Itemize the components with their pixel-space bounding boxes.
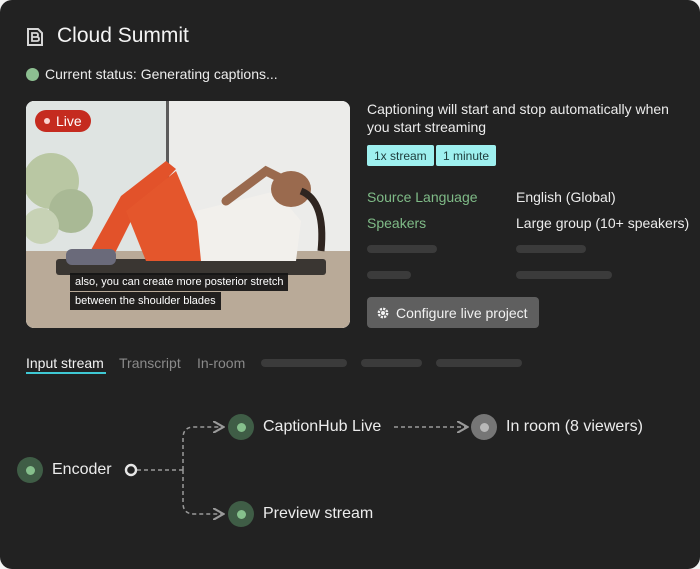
in-room-node-icon [471,414,497,440]
live-badge: Live [35,110,91,132]
tab-skeleton [361,359,422,367]
configure-label: Configure live project [396,304,528,321]
live-dot-icon [44,118,50,124]
preview-stream-label: Preview stream [263,505,374,522]
duration-chip: 1 minute [436,145,497,166]
app-panel: Cloud Summit Current status: Generating … [0,0,700,569]
active-tab-underline [26,372,106,374]
tab-in-room[interactable]: In-room [197,355,245,371]
status-text: Current status: Generating captions... [45,66,278,82]
caption-line-1: also, you can create more posterior stre… [70,273,289,291]
tab-skeleton [436,359,522,367]
tab-input-stream[interactable]: Input stream [26,355,104,371]
encoder-label: Encoder [52,461,112,478]
skeleton-placeholder [367,245,437,253]
status-dot-icon [26,67,39,81]
caption-line-2: between the shoulder blades [70,292,221,310]
live-label: Live [56,113,82,129]
preview-stream-node-icon [228,501,254,527]
video-preview[interactable]: Live also, you can create more posterior… [26,101,350,328]
caption-description: Captioning will start and stop automatic… [367,101,669,135]
tab-skeleton [261,359,347,367]
skeleton-placeholder [516,245,586,253]
captionhub-live-node-icon [228,414,254,440]
in-room-label: In room (8 viewers) [506,418,643,435]
gear-icon [377,307,389,318]
page-title: Cloud Summit [57,24,189,47]
tab-transcript[interactable]: Transcript [119,355,181,371]
encoder-node-icon [17,457,43,483]
b-logo-icon [27,28,43,46]
speakers-key: Speakers [367,215,427,231]
status-line: Current status: Generating captions... [26,66,278,82]
speakers-value: Large group (10+ speakers) [516,215,690,231]
captionhub-live-label: CaptionHub Live [263,418,382,435]
source-language-key: Source Language [367,189,478,205]
skeleton-placeholder [367,271,411,279]
skeleton-placeholder [516,271,612,279]
configure-live-project-button[interactable]: Configure live project [367,297,539,328]
source-language-value: English (Global) [516,189,616,205]
stream-count-chip: 1x stream [367,145,434,166]
